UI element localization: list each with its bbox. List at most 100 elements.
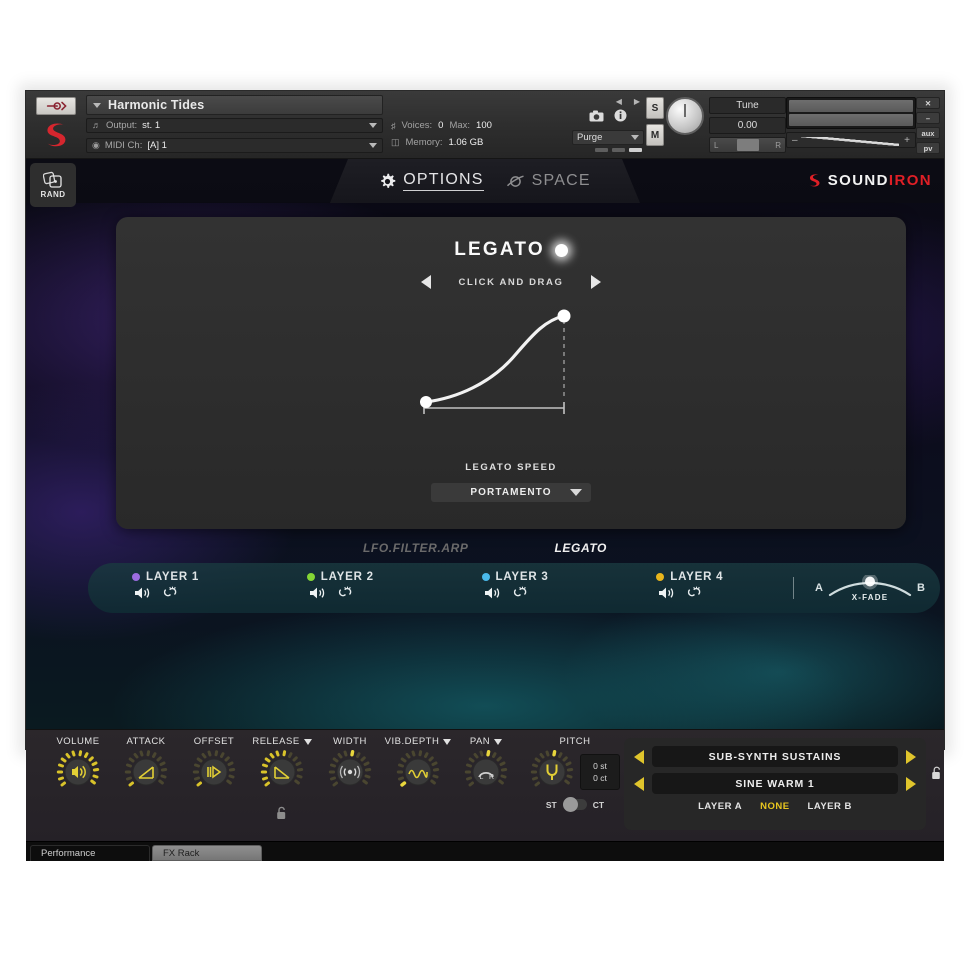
volume-slider[interactable]: – +: [786, 132, 916, 148]
pitch-toggle-switch[interactable]: [562, 797, 587, 812]
preset-b-prev-arrow-icon[interactable]: [634, 776, 644, 791]
next-curve-arrow-icon[interactable]: [591, 275, 602, 289]
preset-none-label[interactable]: NONE: [760, 801, 789, 812]
brand-sound: SOUND: [827, 171, 889, 189]
knob-attack-dial[interactable]: [124, 750, 168, 794]
aux-button[interactable]: aux: [916, 127, 940, 139]
output-value: st. 1: [142, 119, 161, 131]
layer-item-1[interactable]: LAYER 1: [88, 571, 263, 605]
subtab-lfo-filter-arp[interactable]: LFO.FILTER.ARP: [363, 541, 469, 555]
preset-b-next-arrow-icon[interactable]: [906, 776, 916, 791]
legato-title-text: LEGATO: [454, 239, 545, 260]
preset-slot-a[interactable]: SUB-SYNTH SUSTAINS: [652, 746, 898, 767]
prev-curve-arrow-icon[interactable]: [420, 275, 431, 289]
knob-vib-depth-chevron-down-icon[interactable]: [443, 738, 452, 745]
pitch-toggle-knob[interactable]: [562, 797, 578, 812]
layer-color-dot: [656, 573, 665, 581]
tune-label: Tune: [709, 97, 786, 114]
legato-mode-select[interactable]: PORTAMENTO: [431, 483, 591, 502]
knob-vib-depth[interactable]: VIB.DEPTH: [384, 736, 452, 810]
preset-a-prev-arrow-icon[interactable]: [634, 749, 644, 764]
layer-item-3[interactable]: LAYER 3: [438, 571, 613, 605]
purge-chevron-down-icon[interactable]: [631, 135, 639, 140]
knob-volume[interactable]: VOLUME: [44, 736, 112, 810]
layer-mute-speaker-icon[interactable]: [658, 586, 677, 605]
volume-plus-label[interactable]: +: [904, 135, 910, 146]
minimize-icon[interactable]: –: [916, 112, 940, 124]
tab-performance[interactable]: Performance: [30, 845, 150, 861]
xfade-slider[interactable]: X-FADE: [828, 573, 912, 602]
output-field[interactable]: ♬ Output: st. 1: [86, 117, 383, 133]
knob-release-dial[interactable]: [260, 750, 304, 794]
tab-options-label: OPTIONS: [403, 171, 483, 191]
tab-space[interactable]: SPACE: [506, 172, 591, 190]
info-icon[interactable]: [614, 109, 627, 127]
release-lock-icon[interactable]: [276, 806, 287, 825]
tune-knob[interactable]: [666, 97, 704, 135]
tab-options[interactable]: OPTIONS: [379, 171, 483, 191]
solo-button[interactable]: S: [646, 97, 664, 119]
layer-color-dot: [306, 573, 315, 581]
pan-slider-thumb[interactable]: [736, 139, 759, 151]
layer-item-4[interactable]: LAYER 4: [612, 571, 787, 605]
instrument-name-bar[interactable]: Harmonic Tides: [86, 95, 383, 115]
knob-pan-chevron-down-icon[interactable]: [494, 738, 503, 745]
layer-mute-speaker-icon[interactable]: [484, 586, 503, 605]
snapshot-camera-icon[interactable]: [589, 109, 604, 127]
layer-link-icon[interactable]: [337, 586, 358, 605]
legato-mode-chevron-down-icon[interactable]: [570, 489, 582, 496]
tune-value[interactable]: 0.00: [709, 117, 786, 134]
knob-volume-dial[interactable]: [56, 750, 100, 794]
knob-pan[interactable]: PAN L R: [452, 736, 520, 810]
xfade-b-label: B: [917, 582, 925, 594]
pitch-control[interactable]: PITCH 0 st 0 ct ST CT: [520, 736, 630, 812]
kontakt-instrument-fields: Harmonic Tides ♬ Output: st. 1 ◉ MIDI Ch…: [82, 95, 387, 154]
knob-offset-dial[interactable]: [192, 750, 236, 794]
layer-link-icon[interactable]: [686, 586, 707, 605]
pitch-knob-dial[interactable]: [530, 750, 574, 794]
preset-layer-a-label[interactable]: LAYER A: [698, 801, 742, 812]
mute-button[interactable]: M: [646, 124, 664, 146]
knob-width[interactable]: WIDTH: [316, 736, 384, 810]
pitch-unit-toggle[interactable]: ST CT: [546, 797, 604, 812]
preset-layer-b-label[interactable]: LAYER B: [808, 801, 852, 812]
preset-a-next-arrow-icon[interactable]: [906, 749, 916, 764]
prev-preset-arrow-icon[interactable]: ◀: [616, 97, 622, 106]
knob-attack[interactable]: ATTACK: [112, 736, 180, 810]
output-chevron-down-icon[interactable]: [369, 122, 377, 128]
knob-vib-depth-dial[interactable]: [396, 750, 440, 794]
knob-pan-dial[interactable]: L R: [464, 750, 508, 794]
pv-button[interactable]: pv: [916, 142, 940, 154]
midi-channel-field[interactable]: ◉ MIDI Ch: [A] 1: [86, 137, 383, 153]
tab-fx-rack[interactable]: FX Rack: [152, 845, 262, 861]
layer-name: LAYER 1: [146, 571, 200, 583]
chevron-down-icon[interactable]: [93, 102, 101, 108]
legato-curve-editor[interactable]: [396, 292, 636, 432]
layer-link-icon[interactable]: [162, 586, 183, 605]
close-icon[interactable]: ✕: [916, 97, 940, 109]
layer-mute-speaker-icon[interactable]: [134, 586, 153, 605]
midi-icon: ◉: [92, 139, 100, 150]
preset-slot-b[interactable]: SINE WARM 1: [652, 773, 898, 794]
layer-mute-speaker-icon[interactable]: [309, 586, 328, 605]
midi-chevron-down-icon[interactable]: [369, 142, 377, 148]
legato-speed-label: LEGATO SPEED: [465, 462, 557, 473]
pan-slider[interactable]: L R: [709, 137, 786, 153]
randomize-button[interactable]: RAND: [30, 163, 76, 207]
xfade-control[interactable]: A X-FADE B: [800, 573, 940, 602]
next-preset-arrow-icon[interactable]: ▶: [634, 97, 640, 106]
knob-release-chevron-down-icon[interactable]: [303, 738, 312, 745]
wrench-icon[interactable]: [36, 97, 76, 115]
legato-power-toggle[interactable]: [554, 243, 568, 257]
preset-lock-icon[interactable]: [931, 766, 942, 785]
knob-width-dial[interactable]: [328, 750, 372, 794]
layer-item-2[interactable]: LAYER 2: [263, 571, 438, 605]
pitch-readout[interactable]: 0 st 0 ct: [580, 754, 620, 790]
knob-release[interactable]: RELEASE: [248, 736, 316, 810]
kontakt-stats: ♯ Voices: 0 Max: 100 ◫ Memory: 1.06 GB: [387, 95, 572, 154]
volume-minus-label[interactable]: –: [792, 135, 798, 146]
purge-menu[interactable]: Purge: [572, 130, 644, 145]
knob-offset[interactable]: OFFSET: [180, 736, 248, 810]
subtab-legato[interactable]: LEGATO: [555, 541, 608, 555]
layer-link-icon[interactable]: [512, 586, 533, 605]
